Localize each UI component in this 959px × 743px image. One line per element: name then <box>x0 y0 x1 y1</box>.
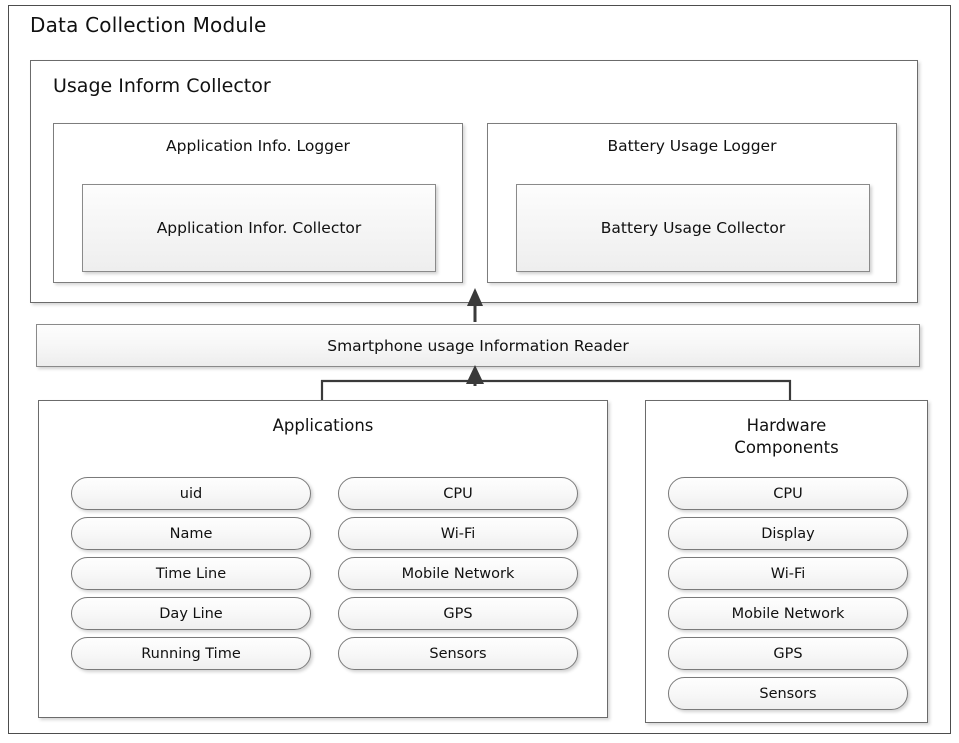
hardware-pill-display[interactable]: Display <box>668 517 908 550</box>
usage-inform-collector-title: Usage Inform Collector <box>53 75 271 97</box>
smartphone-usage-information-reader-label: Smartphone usage Information Reader <box>327 336 629 355</box>
hardware-pill-cpu[interactable]: CPU <box>668 477 908 510</box>
hardware-components-title-line1: Hardware <box>746 416 827 435</box>
applications-pill-day-line[interactable]: Day Line <box>71 597 311 630</box>
applications-pill-running-time[interactable]: Running Time <box>71 637 311 670</box>
pill-label: Wi-Fi <box>770 565 806 582</box>
battery-usage-logger-box: Battery Usage Logger Battery Usage Colle… <box>487 123 897 283</box>
pill-label: CPU <box>773 485 803 502</box>
hardware-components-title-line2: Components <box>734 438 839 457</box>
usage-inform-collector-box: Usage Inform Collector Application Info.… <box>30 60 918 303</box>
pill-label: Mobile Network <box>401 565 515 582</box>
application-info-logger-box: Application Info. Logger Application Inf… <box>53 123 463 283</box>
pill-label: uid <box>179 485 203 502</box>
page-title: Data Collection Module <box>30 13 267 37</box>
pill-label: Display <box>761 525 815 542</box>
applications-pill-mobile-network[interactable]: Mobile Network <box>338 557 578 590</box>
pill-label: GPS <box>443 605 473 622</box>
pill-label: GPS <box>773 645 803 662</box>
hardware-components-box: Hardware Components CPU Display Wi-Fi Mo… <box>645 400 928 723</box>
applications-pill-cpu[interactable]: CPU <box>338 477 578 510</box>
hardware-pill-sensors[interactable]: Sensors <box>668 677 908 710</box>
applications-pill-time-line[interactable]: Time Line <box>71 557 311 590</box>
applications-pill-gps[interactable]: GPS <box>338 597 578 630</box>
hardware-pill-gps[interactable]: GPS <box>668 637 908 670</box>
pill-label: Sensors <box>429 645 487 662</box>
diagram-canvas: Data Collection Module Usage Inform Coll… <box>0 0 959 743</box>
hardware-components-title: Hardware Components <box>646 415 927 459</box>
application-infor-collector-label: Application Infor. Collector <box>156 219 362 237</box>
smartphone-usage-information-reader-box: Smartphone usage Information Reader <box>36 324 920 367</box>
battery-usage-logger-title: Battery Usage Logger <box>607 137 777 155</box>
battery-usage-collector-box: Battery Usage Collector <box>516 184 870 272</box>
pill-label: Name <box>169 525 213 542</box>
applications-box: Applications uid Name Time Line Day Line… <box>38 400 608 718</box>
battery-usage-collector-label: Battery Usage Collector <box>600 219 786 237</box>
hardware-pill-wifi[interactable]: Wi-Fi <box>668 557 908 590</box>
application-infor-collector-box: Application Infor. Collector <box>82 184 436 272</box>
applications-pill-sensors[interactable]: Sensors <box>338 637 578 670</box>
pill-label: Sensors <box>759 685 817 702</box>
applications-pill-name[interactable]: Name <box>71 517 311 550</box>
pill-label: CPU <box>443 485 473 502</box>
pill-label: Day Line <box>159 605 223 622</box>
applications-pill-uid[interactable]: uid <box>71 477 311 510</box>
pill-label: Wi-Fi <box>440 525 476 542</box>
pill-label: Mobile Network <box>731 605 845 622</box>
hardware-pill-mobile-network[interactable]: Mobile Network <box>668 597 908 630</box>
applications-title: Applications <box>272 416 374 435</box>
applications-pill-wifi[interactable]: Wi-Fi <box>338 517 578 550</box>
application-info-logger-title: Application Info. Logger <box>166 137 350 155</box>
pill-label: Time Line <box>155 565 227 582</box>
pill-label: Running Time <box>141 645 241 662</box>
